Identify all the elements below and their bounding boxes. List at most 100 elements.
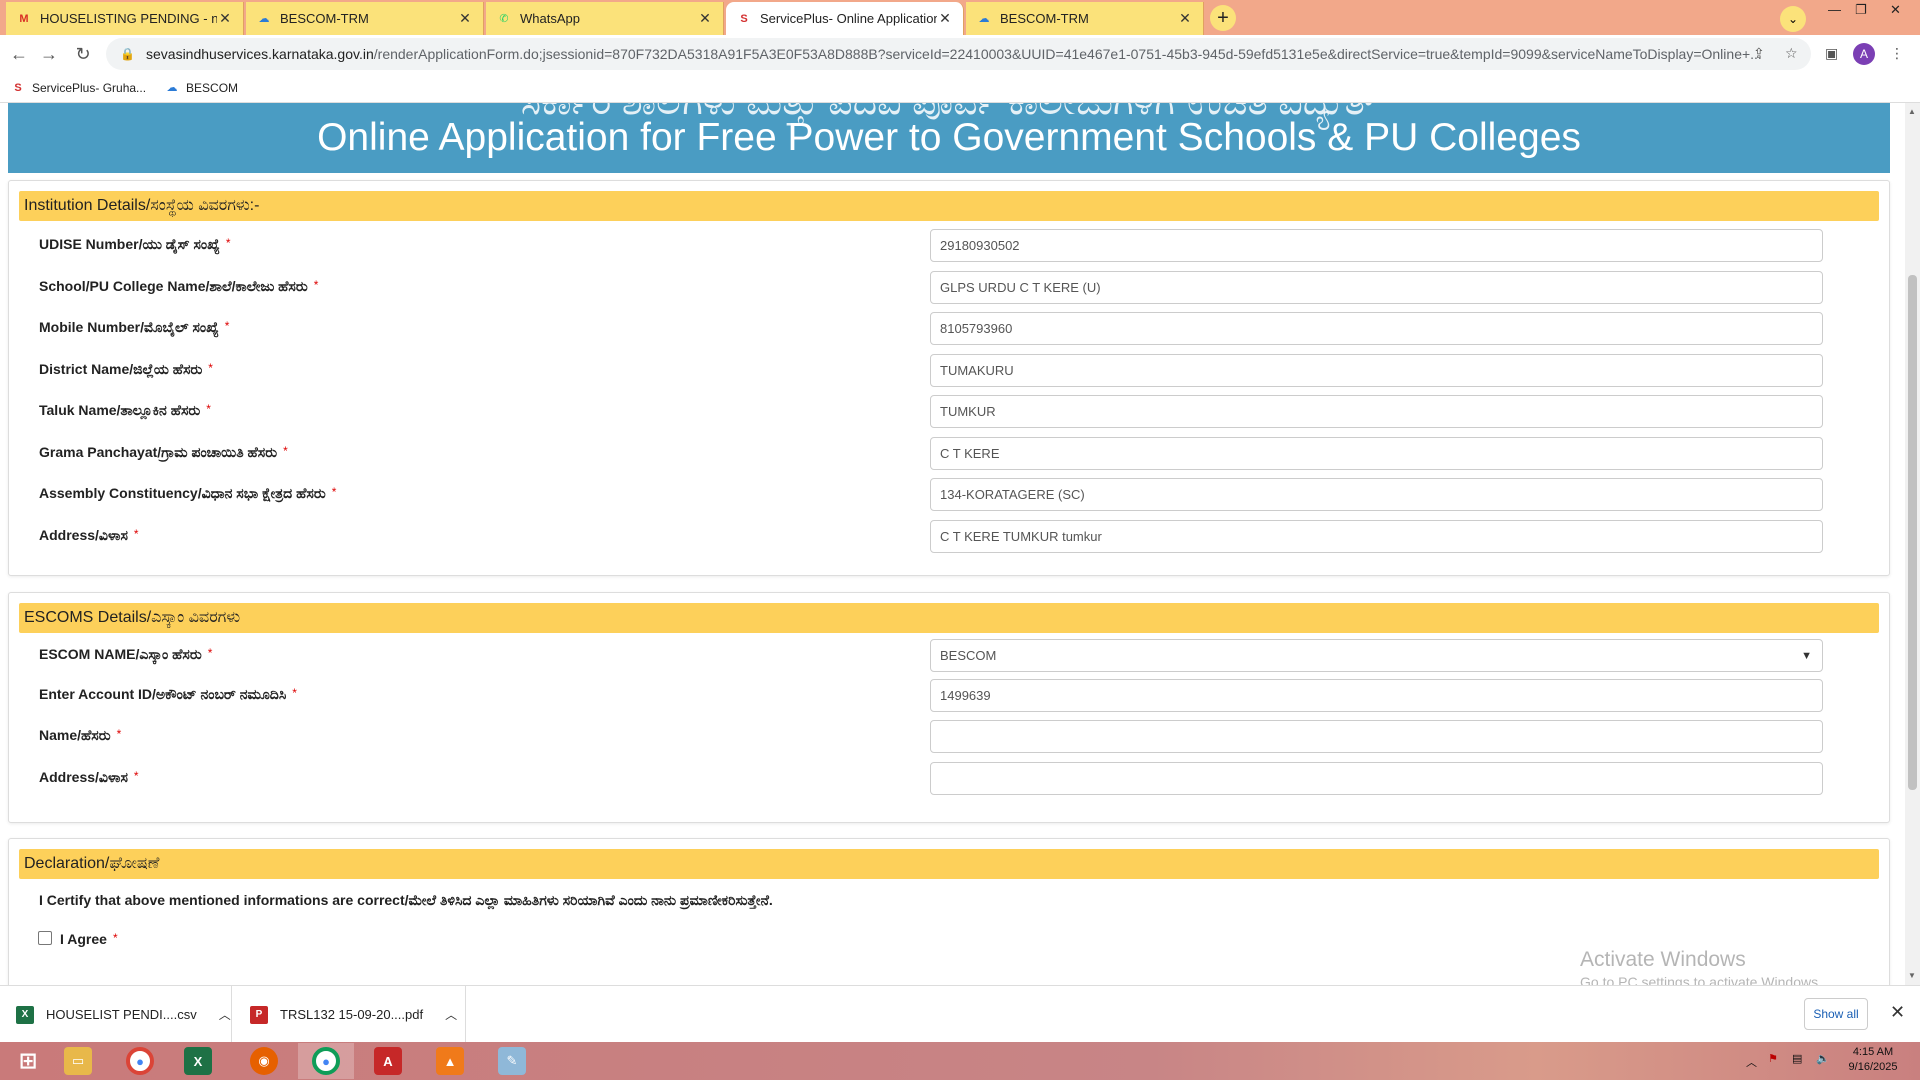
menu-icon[interactable]: ⋮ xyxy=(1890,45,1904,62)
bookmark-bescom[interactable]: ☁ BESCOM xyxy=(164,81,239,95)
tray-overflow-icon[interactable]: ︿ xyxy=(1746,1054,1757,1070)
excel-file-icon: X xyxy=(16,1005,34,1024)
scrollbar-thumb[interactable] xyxy=(1908,275,1917,790)
download-bar: X HOUSELIST PENDI....csv ︿ P TRSL132 15-… xyxy=(0,985,1920,1043)
bookmark-serviceplus[interactable]: S ServicePlus- Gruha... xyxy=(10,81,146,95)
activate-windows-subtext: Go to PC settings to activate Windows. xyxy=(1580,974,1822,985)
share-icon[interactable]: ⇪ xyxy=(1753,45,1765,62)
download-filename: TRSL132 15-09-20....pdf xyxy=(280,1007,424,1022)
address-bar[interactable]: 🔒 sevasindhuservices.karnataka.gov.in/re… xyxy=(106,38,1811,70)
profile-avatar[interactable]: A xyxy=(1853,43,1875,65)
school-name-field[interactable]: GLPS URDU C T KERE (U) xyxy=(930,271,1823,304)
paint-icon: ✎ xyxy=(498,1047,526,1075)
tab-title: ServicePlus- Online Application f xyxy=(760,11,937,26)
tab-title: BESCOM-TRM xyxy=(1000,11,1089,26)
address-field[interactable]: C T KERE TUMKUR tumkur xyxy=(930,520,1823,553)
back-button[interactable]: ← xyxy=(8,43,30,65)
chrome-icon: ● xyxy=(312,1047,340,1075)
escom-address-field[interactable] xyxy=(930,762,1823,795)
side-panel-icon[interactable]: ▣ xyxy=(1825,45,1838,62)
agree-checkbox[interactable] xyxy=(38,931,52,945)
firefox-icon: ◉ xyxy=(250,1047,278,1075)
tab-bescom-2[interactable]: ☁ BESCOM-TRM ✕ xyxy=(966,2,1204,35)
account-id-field[interactable]: 1499639 xyxy=(930,679,1823,712)
scroll-up-icon[interactable]: ▲ xyxy=(1908,107,1916,116)
select-value: BESCOM xyxy=(940,648,997,663)
reload-button[interactable]: ↻ xyxy=(72,43,94,65)
taskbar-app-orange[interactable]: ▲ xyxy=(422,1043,478,1079)
forward-button[interactable]: → xyxy=(38,43,60,65)
district-field[interactable]: TUMAKURU xyxy=(930,354,1823,387)
network-icon[interactable]: ▤ xyxy=(1792,1052,1802,1065)
field-label-mobile: Mobile Number/ಮೊಬೈಲ್ ಸಂಖ್ಯೆ * xyxy=(39,319,230,335)
taskbar-excel[interactable]: X xyxy=(170,1043,226,1079)
minimize-icon[interactable]: — xyxy=(1828,2,1841,17)
taskbar-file-explorer[interactable]: ▭ xyxy=(50,1043,106,1079)
close-icon[interactable]: ✕ xyxy=(697,10,713,27)
clock-time: 4:15 AM xyxy=(1852,1046,1894,1058)
chevron-up-icon[interactable]: ︿ xyxy=(445,1006,457,1023)
page-banner: ಸರ್ಕಾರಿ ಶಾಲೆಗಳು ಮತ್ತು ಪದವಿ ಪೂರ್ವ ಕಾಲೇಜುಗ… xyxy=(8,103,1890,173)
tab-title: BESCOM-TRM xyxy=(280,11,369,26)
tab-houselisting[interactable]: M HOUSELISTING PENDING - nmkr ✕ xyxy=(6,2,244,35)
escom-name-select[interactable]: BESCOM ▼ xyxy=(930,639,1823,672)
udise-field[interactable]: 29180930502 xyxy=(930,229,1823,262)
field-label-escom-name: ESCOM NAME/ಎಸ್ಕಾಂ ಹೆಸರು * xyxy=(39,646,213,662)
close-icon[interactable]: ✕ xyxy=(1890,1002,1905,1023)
site-info-icon[interactable]: 🔒 xyxy=(120,47,136,61)
start-button[interactable]: ⊞ xyxy=(0,1043,56,1079)
flag-icon[interactable]: ⚑ xyxy=(1768,1052,1778,1065)
serviceplus-icon: S xyxy=(14,81,22,94)
mobile-field[interactable]: 8105793960 xyxy=(930,312,1823,345)
page-scrollbar[interactable]: ▲ ▼ xyxy=(1905,103,1920,985)
tab-bescom-1[interactable]: ☁ BESCOM-TRM ✕ xyxy=(246,2,484,35)
excel-icon: X xyxy=(184,1047,212,1075)
tab-whatsapp[interactable]: ✆ WhatsApp ✕ xyxy=(486,2,724,35)
assembly-constituency-field[interactable]: 134-KORATAGERE (SC) xyxy=(930,478,1823,511)
download-item-csv[interactable]: X HOUSELIST PENDI....csv ︿ xyxy=(0,986,232,1043)
show-all-button[interactable]: Show all xyxy=(1804,998,1868,1030)
activate-windows-watermark: Activate Windows xyxy=(1580,948,1746,971)
section-heading: ESCOMS Details/ಎಸ್ಕಾಂ ವಿವರಗಳು xyxy=(19,603,1879,633)
field-label-district: District Name/ಜಿಲ್ಲೆಯ ಹೆಸರು * xyxy=(39,361,213,377)
taskbar-chrome-profile[interactable]: ● xyxy=(298,1043,354,1079)
name-field[interactable] xyxy=(930,720,1823,753)
serviceplus-icon: S xyxy=(740,12,748,25)
window-close-icon[interactable]: ✕ xyxy=(1890,2,1901,18)
new-tab-button[interactable]: + xyxy=(1210,5,1236,31)
download-item-pdf[interactable]: P TRSL132 15-09-20....pdf ︿ xyxy=(234,986,466,1043)
close-icon[interactable]: ✕ xyxy=(937,10,953,27)
taskbar-chrome[interactable]: ● xyxy=(112,1043,168,1079)
page-title: Online Application for Free Power to Gov… xyxy=(317,116,1581,159)
taskbar-acrobat[interactable]: A xyxy=(360,1043,416,1079)
section-heading: Institution Details/ಸಂಸ್ಥೆಯ ವಿವರಗಳು:- xyxy=(19,191,1879,221)
tab-serviceplus[interactable]: S ServicePlus- Online Application f ✕ xyxy=(726,2,964,35)
bookmark-label: ServicePlus- Gruha... xyxy=(32,80,147,95)
taskbar-paint[interactable]: ✎ xyxy=(484,1043,540,1079)
taskbar-clock[interactable]: 4:15 AM 9/16/2025 xyxy=(1838,1045,1908,1075)
close-icon[interactable]: ✕ xyxy=(1177,10,1193,27)
acrobat-icon: A xyxy=(374,1047,402,1075)
pdf-file-icon: P xyxy=(250,1005,268,1024)
browser-toolbar: ← → ↻ 🔒 sevasindhuservices.karnataka.gov… xyxy=(0,35,1920,73)
tab-strip: M HOUSELISTING PENDING - nmkr ✕ ☁ BESCOM… xyxy=(0,0,1920,35)
clock-date: 9/16/2025 xyxy=(1848,1061,1898,1073)
field-label-grama-panchayat: Grama Panchayat/ಗ್ರಾಮ ಪಂಚಾಯಿತಿ ಹೆಸರು * xyxy=(39,444,288,460)
scroll-down-icon[interactable]: ▼ xyxy=(1908,971,1916,980)
close-icon[interactable]: ✕ xyxy=(457,10,473,27)
bookmarks-bar: S ServicePlus- Gruha... ☁ BESCOM xyxy=(0,73,1920,103)
close-icon[interactable]: ✕ xyxy=(217,10,233,27)
taluk-field[interactable]: TUMKUR xyxy=(930,395,1823,428)
volume-icon[interactable]: 🔈 xyxy=(1816,1052,1830,1065)
tab-search-button[interactable]: ⌄ xyxy=(1780,6,1806,32)
bookmark-star-icon[interactable]: ☆ xyxy=(1785,45,1798,62)
grama-panchayat-field[interactable]: C T KERE xyxy=(930,437,1823,470)
field-label-assembly: Assembly Constituency/ವಿಧಾನ ಸಭಾ ಕ್ಷೇತ್ರದ… xyxy=(39,485,337,501)
page-viewport: ಸರ್ಕಾರಿ ಶಾಲೆಗಳು ಮತ್ತು ಪದವಿ ಪೂರ್ವ ಕಾಲೇಜುಗ… xyxy=(0,103,1905,985)
restore-icon[interactable]: ❐ xyxy=(1855,2,1867,18)
field-label-school-name: School/PU College Name/ಶಾಲೆ/ಕಾಲೇಜು ಹೆಸರು… xyxy=(39,278,319,294)
chevron-up-icon[interactable]: ︿ xyxy=(219,1006,231,1023)
field-label-name: Name/ಹೆಸರು * xyxy=(39,727,122,743)
taskbar-firefox[interactable]: ◉ xyxy=(236,1043,292,1079)
windows-logo-icon: ⊞ xyxy=(18,1048,38,1073)
